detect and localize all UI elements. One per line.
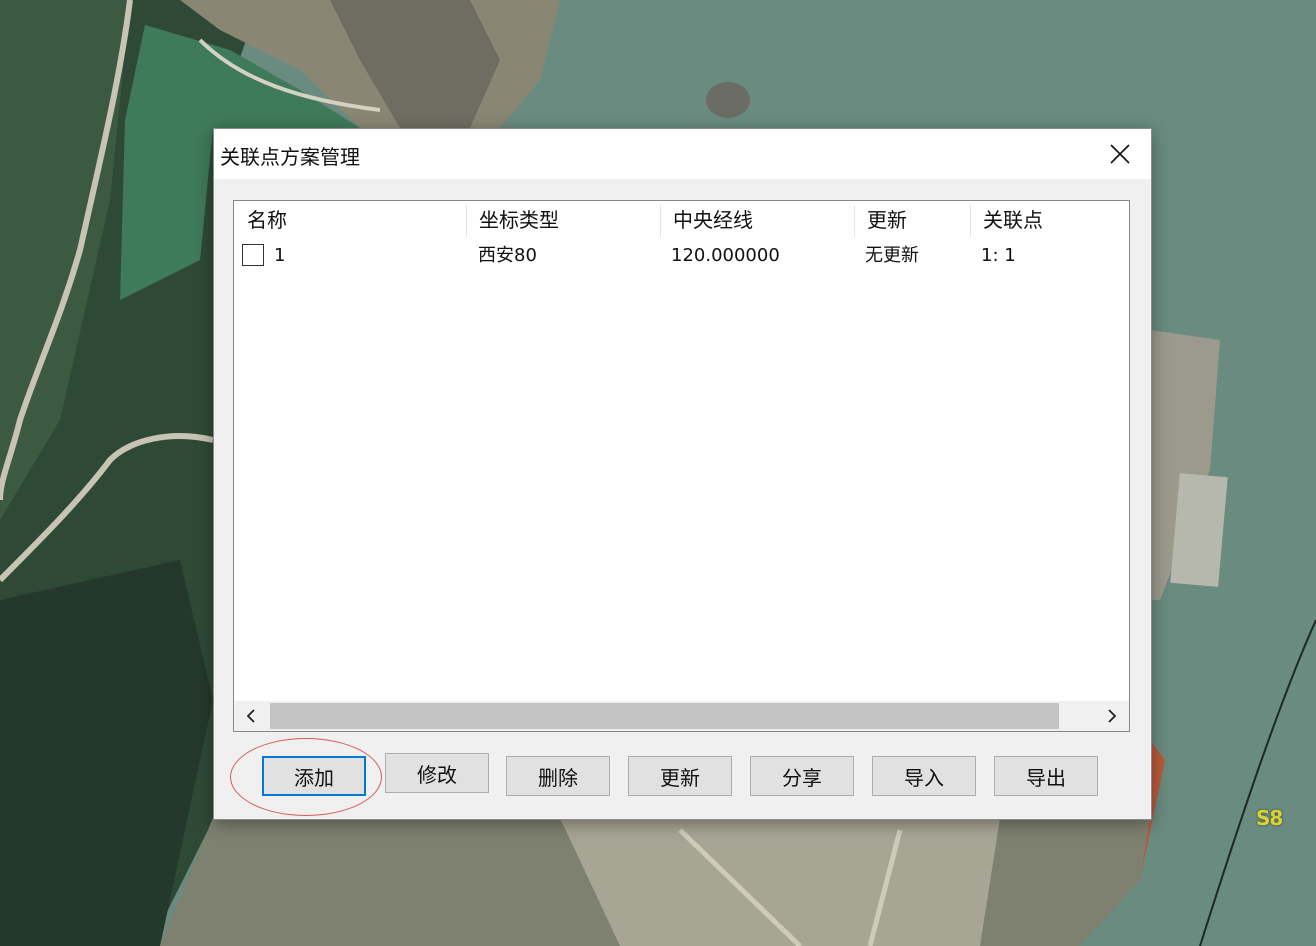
update-button[interactable]: 更新 <box>628 756 732 796</box>
scheme-list[interactable]: 名称 坐标类型 中央经线 更新 关联点 1 西安80 120.000000 无更… <box>233 200 1130 732</box>
map-route-label: S8 <box>1256 806 1283 830</box>
column-header-central-meridian[interactable]: 中央经线 <box>660 201 854 239</box>
scroll-left-button[interactable] <box>234 701 268 731</box>
column-header-update[interactable]: 更新 <box>854 201 970 239</box>
share-button[interactable]: 分享 <box>750 756 854 796</box>
scroll-thumb[interactable] <box>270 703 1059 729</box>
add-button[interactable]: 添加 <box>262 756 366 796</box>
scroll-right-button[interactable] <box>1095 701 1129 731</box>
table-row[interactable]: 1 西安80 120.000000 无更新 1: 1 <box>234 239 1129 273</box>
row-checkbox[interactable] <box>242 244 264 266</box>
list-header: 名称 坐标类型 中央经线 更新 关联点 <box>234 201 1129 239</box>
cell-update: 无更新 <box>865 245 919 266</box>
cell-coord-type: 西安80 <box>478 245 537 266</box>
close-icon <box>1110 144 1130 164</box>
delete-button[interactable]: 删除 <box>506 756 610 796</box>
dialog-title: 关联点方案管理 <box>220 145 360 169</box>
close-button[interactable] <box>1097 135 1143 173</box>
export-button[interactable]: 导出 <box>994 756 1098 796</box>
link-point-scheme-dialog: 关联点方案管理 名称 坐标类型 中央经线 更新 关联点 1 西安80 120.0… <box>213 128 1152 820</box>
horizontal-scrollbar[interactable] <box>234 701 1129 731</box>
chevron-right-icon <box>1108 709 1117 723</box>
modify-button[interactable]: 修改 <box>385 753 489 793</box>
column-header-coord-type[interactable]: 坐标类型 <box>466 201 660 239</box>
dialog-titlebar: 关联点方案管理 <box>214 129 1151 179</box>
chevron-left-icon <box>246 709 255 723</box>
column-header-link-points[interactable]: 关联点 <box>970 201 1129 239</box>
cell-link-points: 1: 1 <box>981 245 1016 266</box>
cell-name: 1 <box>274 245 286 266</box>
import-button[interactable]: 导入 <box>872 756 976 796</box>
column-header-name[interactable]: 名称 <box>234 201 466 239</box>
cell-central-meridian: 120.000000 <box>671 245 780 266</box>
